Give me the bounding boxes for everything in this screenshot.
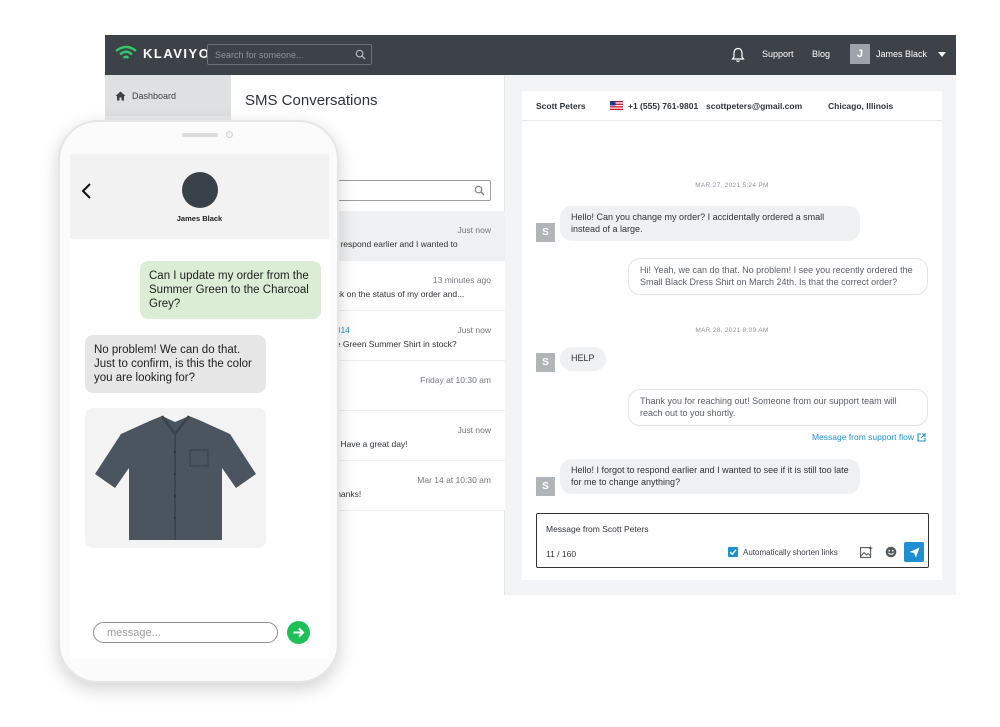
top-navigation-bar: KLAVIYO Support Blog J James Black bbox=[105, 35, 956, 75]
sent-message: Can I update my order from the Summer Gr… bbox=[140, 261, 321, 319]
conversation-time: Just now bbox=[457, 225, 491, 235]
outgoing-message: Thank you for reaching out! Someone from… bbox=[628, 389, 928, 426]
klaviyo-logo[interactable]: KLAVIYO bbox=[115, 45, 210, 61]
phone-chat-header: James Black bbox=[70, 154, 329, 239]
shorten-links-option[interactable]: Automatically shorten links bbox=[728, 547, 838, 557]
conversation-time: 13 minutes ago bbox=[432, 275, 491, 285]
chat-card: Scott Peters +1 (555) 761-9801 scottpete… bbox=[522, 91, 942, 580]
outgoing-message: Hi! Yeah, we can do that. No problem! I … bbox=[628, 258, 928, 295]
external-link-icon bbox=[917, 432, 926, 442]
phone-screen: James Black Can I update my order from t… bbox=[70, 154, 329, 659]
blog-link[interactable]: Blog bbox=[812, 49, 830, 59]
sender-avatar: S bbox=[536, 477, 555, 496]
send-icon bbox=[909, 547, 919, 557]
send-button[interactable] bbox=[904, 542, 924, 562]
contact-info-bar: Scott Peters +1 (555) 761-9801 scottpete… bbox=[522, 91, 942, 121]
conversation-time: Just now bbox=[457, 425, 491, 435]
contact-phone: +1 (555) 761-9801 bbox=[628, 101, 699, 111]
check-icon bbox=[729, 549, 737, 556]
conversation-time: Just now bbox=[457, 325, 491, 335]
sender-avatar: S bbox=[536, 223, 555, 242]
search-input[interactable] bbox=[208, 45, 348, 64]
support-flow-label: Message from support flow bbox=[811, 432, 914, 442]
conversation-search-input[interactable] bbox=[331, 180, 491, 201]
back-arrow-icon[interactable] bbox=[80, 182, 92, 200]
emoji-icon[interactable] bbox=[885, 546, 897, 558]
conversation-time: Mar 14 at 10:30 am bbox=[417, 475, 491, 485]
support-link[interactable]: Support bbox=[762, 49, 794, 59]
conversation-preview: n! Have a great day! bbox=[331, 439, 408, 449]
incoming-message: Hello! I forgot to respond earlier and I… bbox=[560, 459, 860, 494]
user-avatar[interactable]: J bbox=[850, 44, 870, 64]
user-name[interactable]: James Black bbox=[876, 49, 927, 59]
conversation-time: Friday at 10:30 am bbox=[420, 375, 491, 385]
arrow-right-icon bbox=[293, 627, 305, 638]
person-search bbox=[207, 44, 372, 65]
message-composer: 11 / 160 Automatically shorten links bbox=[536, 513, 929, 568]
shorten-links-checkbox[interactable] bbox=[728, 547, 738, 557]
message-input[interactable] bbox=[546, 522, 906, 536]
date-separator: MAR 27, 2021 5:24 PM bbox=[695, 182, 769, 189]
phone-speaker bbox=[182, 133, 218, 137]
shirt-image bbox=[95, 415, 256, 540]
phone-mockup: James Black Can I update my order from t… bbox=[58, 120, 339, 683]
phone-send-button[interactable] bbox=[287, 621, 310, 644]
chat-area: Scott Peters +1 (555) 761-9801 scottpete… bbox=[505, 75, 956, 595]
contact-location: Chicago, Illinois bbox=[828, 101, 894, 111]
sidebar-item-dashboard[interactable]: Dashboard bbox=[105, 75, 231, 116]
product-image bbox=[85, 408, 266, 548]
search-icon[interactable] bbox=[474, 185, 485, 196]
contact-avatar bbox=[182, 172, 218, 208]
conversation-preview: he Green Summer Shirt in stock? bbox=[331, 339, 457, 349]
contact-name: Scott Peters bbox=[536, 101, 586, 111]
phone-contact-name: James Black bbox=[176, 214, 223, 223]
sender-avatar: S bbox=[536, 353, 555, 372]
page-title: SMS Conversations bbox=[245, 92, 378, 109]
conversation-preview: eck on the status of my order and... bbox=[331, 289, 465, 299]
phone-message-input[interactable] bbox=[93, 622, 278, 643]
caret-down-icon[interactable] bbox=[938, 52, 946, 57]
received-message: No problem! We can do that. Just to conf… bbox=[85, 335, 266, 393]
conversation-preview: to respond earlier and I wanted to bbox=[331, 239, 458, 249]
wifi-logo-icon bbox=[115, 45, 137, 59]
character-count: 11 / 160 bbox=[546, 549, 577, 559]
phone-camera bbox=[226, 131, 233, 138]
shorten-links-label: Automatically shorten links bbox=[743, 547, 838, 557]
search-icon[interactable] bbox=[355, 49, 366, 60]
incoming-message: HELP bbox=[560, 347, 606, 371]
sidebar-item-label: Dashboard bbox=[132, 90, 177, 101]
image-upload-icon[interactable] bbox=[860, 546, 873, 558]
home-icon bbox=[115, 91, 126, 100]
incoming-message: Hello! Can you change my order? I accide… bbox=[560, 206, 860, 241]
contact-email: scottpeters@gmail.com bbox=[706, 101, 803, 111]
brand-name: KLAVIYO bbox=[143, 45, 211, 61]
date-separator: MAR 28, 2021 8:09 AM bbox=[695, 327, 769, 334]
bell-icon[interactable] bbox=[731, 47, 745, 63]
us-flag-icon bbox=[610, 101, 623, 110]
support-flow-link[interactable]: Message from support flow bbox=[812, 432, 926, 442]
